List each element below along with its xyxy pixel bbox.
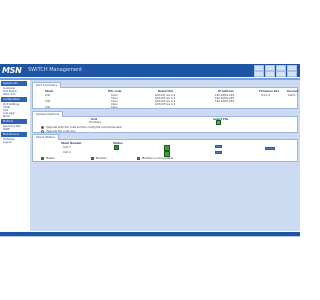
- panel-tab: Upload Options: [32, 111, 64, 117]
- tile-icon: [287, 71, 297, 77]
- status-indicator: [114, 145, 119, 150]
- main-content: Port Summary Stack Mfr. code Board Info …: [30, 80, 300, 231]
- sidebar-section[interactable]: Configuration: [1, 97, 27, 102]
- table-cell: 100%: [288, 94, 296, 97]
- unit-2-action-button[interactable]: [215, 151, 222, 154]
- sidebar-item[interactable]: Mirror: [3, 115, 27, 118]
- legend-label: Member: [96, 157, 107, 160]
- sidebar-section-label: System Info: [3, 82, 18, 85]
- port-summary-panel: Port Summary Stack Mfr. code Board Info …: [32, 82, 299, 109]
- column-header: Stack: [45, 90, 54, 93]
- table-cell: 192.168.0.239: [215, 100, 234, 103]
- radio-label: Upgrade both the code and the config fil…: [46, 126, 122, 129]
- legend-label: Master: [46, 157, 55, 160]
- stack-row-name: Unit 1: [63, 146, 71, 149]
- legend-swatch: [137, 157, 140, 160]
- legend-label: Member is not available: [142, 157, 174, 160]
- sidebar-section-label: Protocol: [3, 120, 14, 123]
- upload-options-panel: Upload Options Unit Select File Firmware…: [32, 111, 298, 133]
- logo: MSN: [2, 66, 22, 75]
- unit-1-action-button[interactable]: [215, 145, 222, 148]
- logo-subtitle: SWITCH Management: [28, 67, 83, 73]
- footer-line: [0, 236, 300, 237]
- panel-tab: Stack Status: [32, 134, 59, 140]
- select-file-icon[interactable]: [216, 120, 221, 125]
- column-header: Stack Number: [61, 142, 82, 145]
- radio-label: Upgrade the code only: [46, 130, 76, 133]
- sidebar-section[interactable]: System Info: [1, 81, 27, 86]
- tile-icon: [265, 71, 275, 77]
- tile-icon: [276, 71, 286, 77]
- option-value: Firmware: [89, 121, 101, 124]
- column-header: IP Address: [218, 90, 234, 93]
- table-cell: Unit: [45, 100, 51, 103]
- stack-row-name: Unit 2: [63, 151, 71, 154]
- legend-swatch: [91, 157, 94, 160]
- table-cell: GS724T rev A 4: [155, 103, 176, 106]
- table-cell: 5.0.1.3: [261, 94, 271, 97]
- sidebar-item[interactable]: Logout: [3, 141, 27, 144]
- column-header: Mfr. code: [108, 90, 122, 93]
- column-header: Firmware Rev: [259, 90, 280, 93]
- stack-status-panel: Stack Status Stack Number Status Unit 1 …: [32, 134, 298, 162]
- sidebar-section[interactable]: Maintenance: [1, 132, 27, 137]
- table-cell: Cisco: [111, 106, 118, 109]
- upgrade-all-radio[interactable]: [41, 126, 44, 129]
- sidebar-section-label: Configuration: [3, 98, 20, 101]
- apply-button[interactable]: [265, 147, 275, 150]
- table-cell: Unit: [45, 106, 51, 109]
- header-tiles: [254, 64, 298, 77]
- header: MSN SWITCH Management: [0, 0, 300, 78]
- column-header: Percent: [287, 90, 299, 93]
- tile-icon: [254, 71, 264, 77]
- table-cell: Unit: [45, 94, 51, 97]
- panel-tab: Port Summary: [32, 82, 62, 88]
- upgrade-code-radio[interactable]: [41, 130, 44, 133]
- sidebar-section-label: Maintenance: [3, 133, 20, 136]
- sidebar: System Info Overview Port Status Stack I…: [0, 80, 28, 240]
- sidebar-section[interactable]: Protocol: [1, 119, 27, 124]
- legend-swatch: [41, 157, 44, 160]
- column-header: Board Info: [158, 90, 174, 93]
- sidebar-item[interactable]: IGMP: [3, 128, 27, 131]
- sidebar-item[interactable]: Stack Info: [3, 93, 27, 96]
